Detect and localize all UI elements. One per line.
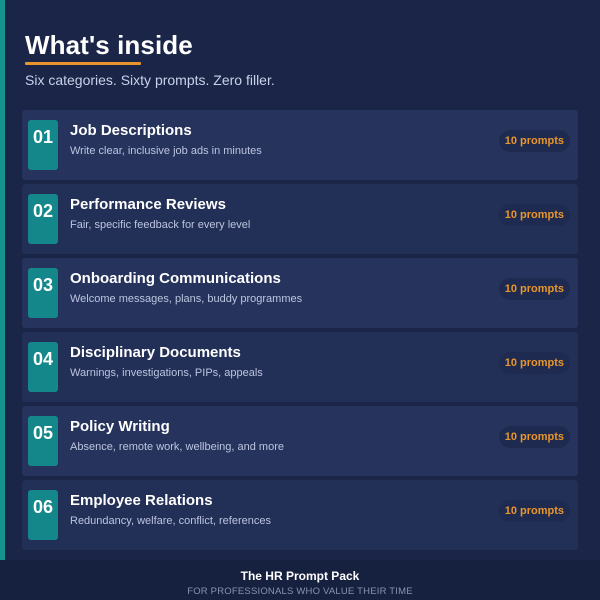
prompt-count-badge: 10 prompts bbox=[498, 204, 570, 226]
category-card-job-descriptions[interactable]: 01 Job Descriptions Write clear, inclusi… bbox=[22, 110, 578, 180]
category-card-performance-reviews[interactable]: 02 Performance Reviews Fair, specific fe… bbox=[22, 184, 578, 254]
page-title: What's inside bbox=[25, 30, 193, 60]
category-card-onboarding-communications[interactable]: 03 Onboarding Communications Welcome mes… bbox=[22, 258, 578, 328]
prompt-count-badge: 10 prompts bbox=[498, 278, 570, 300]
category-number-badge: 06 bbox=[28, 490, 58, 540]
category-number-badge: 01 bbox=[28, 120, 58, 170]
prompt-count-badge: 10 prompts bbox=[498, 426, 570, 448]
footer-tagline: FOR PROFESSIONALS WHO VALUE THEIR TIME bbox=[187, 586, 413, 597]
category-title: Policy Writing bbox=[70, 418, 170, 435]
left-accent-bar bbox=[0, 0, 5, 560]
category-description: Warnings, investigations, PIPs, appeals bbox=[70, 367, 263, 379]
category-number-badge: 02 bbox=[28, 194, 58, 244]
prompt-count-badge: 10 prompts bbox=[498, 352, 570, 374]
category-title: Disciplinary Documents bbox=[70, 344, 241, 361]
category-description: Write clear, inclusive job ads in minute… bbox=[70, 145, 262, 157]
category-description: Absence, remote work, wellbeing, and mor… bbox=[70, 441, 284, 453]
category-number-badge: 05 bbox=[28, 416, 58, 466]
category-number-badge: 04 bbox=[28, 342, 58, 392]
footer-title: The HR Prompt Pack bbox=[240, 569, 360, 583]
category-card-policy-writing[interactable]: 05 Policy Writing Absence, remote work, … bbox=[22, 406, 578, 476]
category-title: Onboarding Communications bbox=[70, 270, 281, 287]
category-card-employee-relations[interactable]: 06 Employee Relations Redundancy, welfar… bbox=[22, 480, 578, 550]
category-description: Redundancy, welfare, conflict, reference… bbox=[70, 515, 271, 527]
category-description: Welcome messages, plans, buddy programme… bbox=[70, 293, 303, 305]
category-title: Employee Relations bbox=[70, 492, 213, 509]
category-title: Job Descriptions bbox=[70, 122, 192, 139]
prompt-count-badge: 10 prompts bbox=[498, 500, 570, 522]
category-description: Fair, specific feedback for every level bbox=[70, 219, 251, 231]
footer: The HR Prompt Pack FOR PROFESSIONALS WHO… bbox=[0, 560, 600, 600]
category-card-disciplinary-documents[interactable]: 04 Disciplinary Documents Warnings, inve… bbox=[22, 332, 578, 402]
category-list: 01 Job Descriptions Write clear, inclusi… bbox=[22, 110, 578, 554]
category-title: Performance Reviews bbox=[70, 196, 226, 213]
category-number-badge: 03 bbox=[28, 268, 58, 318]
prompt-count-badge: 10 prompts bbox=[498, 130, 570, 152]
page-subtitle: Six categories. Sixty prompts. Zero fill… bbox=[25, 72, 275, 88]
title-underline bbox=[25, 62, 141, 65]
